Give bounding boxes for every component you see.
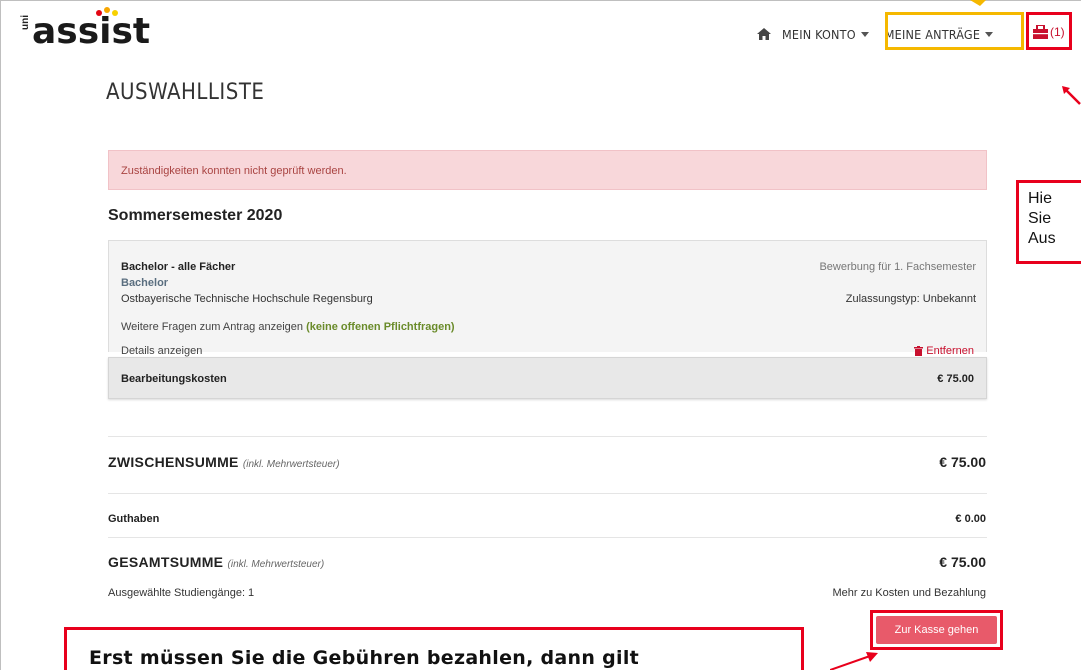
divider [108,436,987,437]
fee-row: Bearbeitungskosten € 75.00 [108,357,987,399]
cart-icon [1033,25,1048,39]
highlight-my-applications [885,12,1024,50]
fee-label: Bearbeitungskosten [121,373,227,385]
callout-line: Hie [1028,190,1053,207]
divider [108,493,987,494]
total-label-text: GESAMTSUMME [108,554,224,570]
subtotal-label-text: ZWISCHENSUMME [108,454,239,470]
logo-name: assist [32,11,151,52]
trash-icon [914,346,924,356]
fee-value: € 75.00 [937,373,974,385]
annotation-callout-bottom: Erst müssen Sie die Gebühren bezahlen, d… [64,627,804,670]
cart-button[interactable]: (1) [1033,25,1065,39]
subtotal-value: € 75.00 [939,454,986,470]
subtotal-note: (inkl. Mehrwertsteuer) [242,459,340,470]
semester-heading: Sommersemester 2020 [108,207,283,224]
cart-count: (1) [1050,25,1065,39]
remove-label: Entfernen [926,345,974,357]
callout-line: Aus [1028,230,1056,247]
remove-button[interactable]: Entfernen [914,345,974,357]
chevron-down-icon [860,31,869,37]
subtotal-label: ZWISCHENSUMME (inkl. Mehrwertsteuer) [108,454,340,470]
selected-programs-count: Ausgewählte Studiengänge: 1 [108,587,255,599]
credit-label: Guthaben [108,513,160,525]
nav-my-account[interactable]: MEIN KONTO [782,27,869,42]
credit-value: € 0.00 [955,513,986,525]
annotation-arrow-right [1062,86,1081,105]
questions-status: (keine offenen Pflichtfragen) [306,321,455,333]
annotation-arrow-bottom [830,652,878,670]
more-questions-link[interactable]: Weitere Fragen zum Antrag anzeigen (kein… [121,321,455,333]
checkout-button[interactable]: Zur Kasse gehen [876,616,997,644]
annotation-arrow-top [970,0,986,6]
callout-line: Sie [1028,210,1052,227]
program-name: Bachelor - alle Fächer [121,261,236,273]
total-note: (inkl. Mehrwertsteuer) [227,559,325,570]
admission-type: Zulassungstyp: Unbekannt [845,293,976,305]
university-name: Ostbayerische Technische Hochschule Rege… [121,293,373,305]
page-title: AUSWAHLLISTE [106,80,265,105]
costs-info-link[interactable]: Mehr zu Kosten und Bezahlung [833,587,987,599]
total-value: € 75.00 [939,554,986,570]
degree-type: Bachelor [121,277,169,289]
logo-dots [96,7,126,18]
total-label: GESAMTSUMME (inkl. Mehrwertsteuer) [108,554,324,570]
show-details-link[interactable]: Details anzeigen [121,345,202,357]
annotation-callout-right: Hie Sie Aus [1016,180,1081,264]
error-alert: Zuständigkeiten konnten nicht geprüft we… [108,150,987,190]
more-questions-text: Weitere Fragen zum Antrag anzeigen [121,321,304,333]
logo-prefix: uni [20,15,31,30]
application-type: Bewerbung für 1. Fachsemester [819,261,976,273]
home-icon[interactable] [756,27,772,41]
divider [108,537,987,538]
nav-my-account-label: MEIN KONTO [782,26,856,42]
application-card: Bachelor - alle Fächer Bachelor Ostbayer… [108,240,987,357]
